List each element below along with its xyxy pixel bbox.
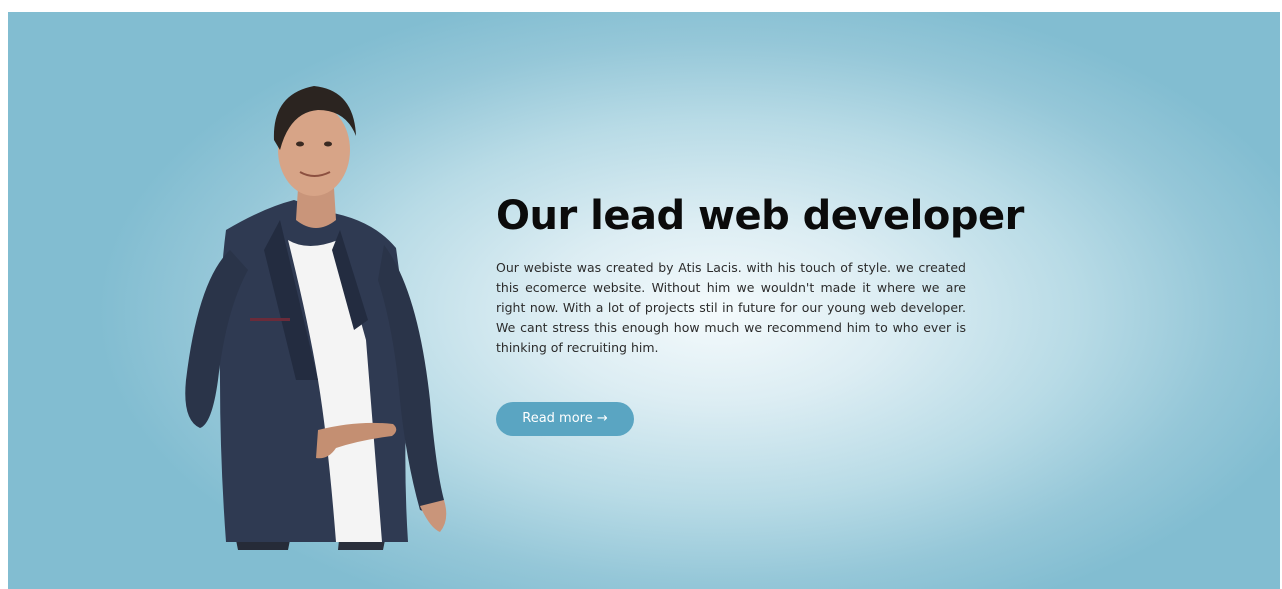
developer-hero-section: Our lead web developer Our webiste was c… (8, 12, 1280, 589)
read-more-button[interactable]: Read more → (496, 402, 634, 436)
hero-content: Our lead web developer Our webiste was c… (496, 190, 1024, 436)
developer-photo (185, 86, 447, 550)
page-title: Our lead web developer (496, 193, 1024, 239)
developer-description: Our webiste was created by Atis Lacis. w… (496, 260, 966, 355)
